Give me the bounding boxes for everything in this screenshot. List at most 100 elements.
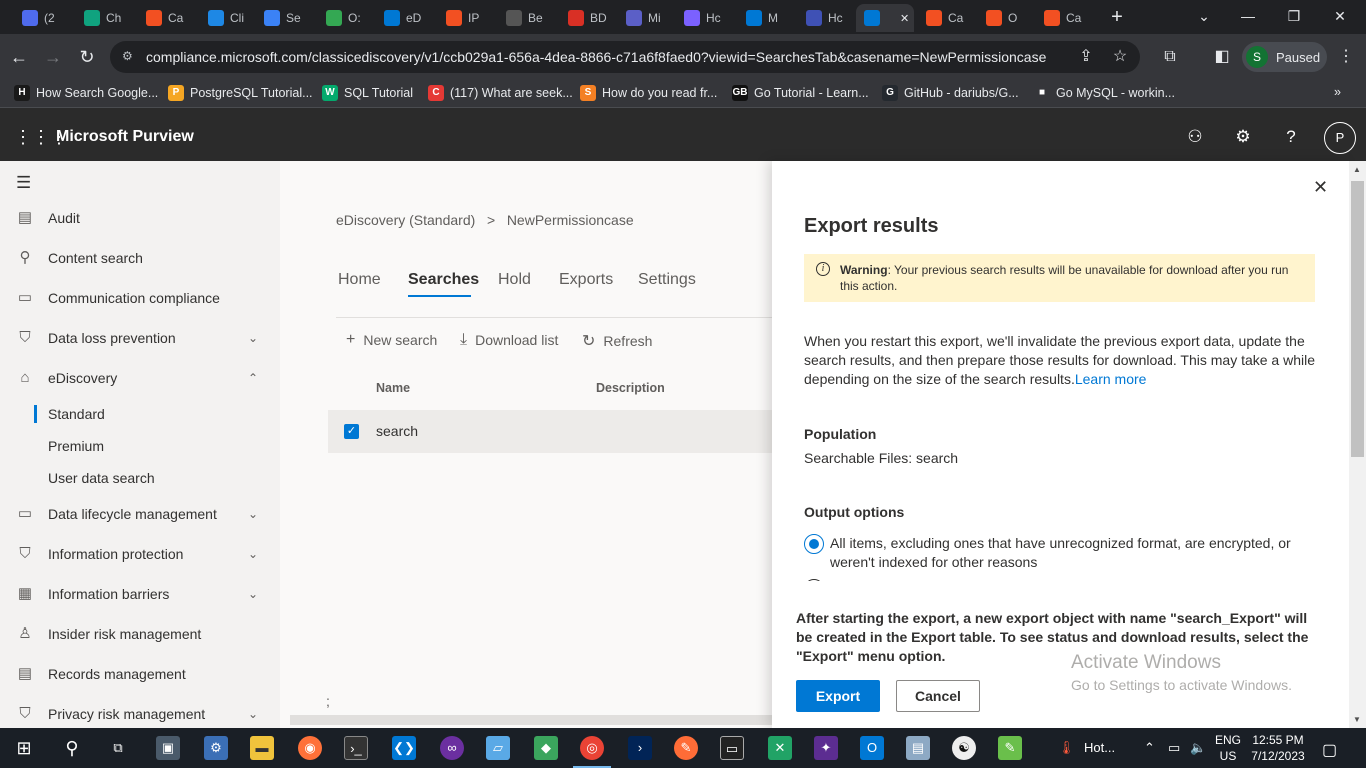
nav-item[interactable]: ▤ Records management <box>0 656 280 692</box>
nav-item[interactable]: ⛉ Data loss prevention ⌄ <box>0 320 280 356</box>
browser-tab[interactable]: M <box>738 4 778 32</box>
nav-subitem[interactable]: Standard <box>48 406 105 422</box>
minimize-icon[interactable]: — <box>1228 4 1268 28</box>
bookmark-item[interactable]: G GitHub - dariubs/G... <box>882 85 1019 101</box>
windows-start-icon[interactable]: ⊞ <box>12 736 36 760</box>
horizontal-scrollbar[interactable] <box>290 715 772 725</box>
excel-icon[interactable]: ✕ <box>768 736 792 760</box>
bookmark-item[interactable]: S How do you read fr... <box>580 85 717 101</box>
chevron-down-icon[interactable]: ⌄ <box>248 331 258 345</box>
url-text[interactable]: compliance.microsoft.com/classicediscove… <box>146 49 1046 65</box>
close-tab-icon[interactable]: ✕ <box>900 12 909 25</box>
column-header-description[interactable]: Description <box>596 381 665 395</box>
scroll-down-icon[interactable]: ▼ <box>1353 715 1361 724</box>
close-window-icon[interactable]: ✕ <box>1320 4 1360 28</box>
app-title[interactable]: Microsoft Purview <box>56 128 194 146</box>
tab-settings[interactable]: Settings <box>638 271 696 289</box>
incognito-app-icon[interactable]: ∞ <box>440 736 464 760</box>
tab-exports[interactable]: Exports <box>559 271 613 289</box>
help-icon[interactable]: ? <box>1280 126 1302 148</box>
chevron-down-icon[interactable]: ⌄ <box>248 547 258 561</box>
refresh-button[interactable]: ↻ Refresh <box>582 331 652 351</box>
system-clock[interactable]: 12:55 PM 7/12/2023 <box>1246 732 1310 764</box>
tab-home[interactable]: Home <box>338 271 381 289</box>
nav-subitem[interactable]: Premium <box>48 438 104 454</box>
taskbar-network-icon[interactable]: ⚙ <box>204 736 228 760</box>
chevron-up-icon[interactable]: ⌃ <box>248 371 258 385</box>
browser-tab[interactable]: O <box>978 4 1017 32</box>
reload-icon[interactable]: ↻ <box>76 46 98 68</box>
tab-search-icon[interactable]: ⌄ <box>1184 4 1224 28</box>
back-icon[interactable]: ← <box>8 46 30 68</box>
terminal-icon[interactable]: ›_ <box>344 736 368 760</box>
address-bar[interactable]: ⚙ compliance.microsoft.com/classicedisco… <box>110 41 1140 73</box>
hamburger-menu-icon[interactable]: ☰ <box>16 173 31 193</box>
output-option-1-label[interactable]: All items, excluding ones that have unre… <box>830 534 1310 572</box>
site-info-icon[interactable]: ⚙ <box>122 49 136 63</box>
temperature-icon[interactable]: 🌡 <box>1058 740 1075 756</box>
nav-item[interactable]: ▭ Data lifecycle management ⌄ <box>0 496 280 532</box>
taskbar-app-store-icon[interactable]: ▣ <box>156 736 180 760</box>
browser-tab[interactable]: Ca <box>918 4 963 32</box>
nav-item[interactable]: ⌂ eDiscovery ⌃ <box>0 360 280 396</box>
chevron-down-icon[interactable]: ⌄ <box>248 587 258 601</box>
scroll-up-icon[interactable]: ▲ <box>1353 165 1361 174</box>
yin-yang-app-icon[interactable]: ☯ <box>952 736 976 760</box>
bookmark-item[interactable]: ■ Go MySQL - workin... <box>1034 85 1175 101</box>
restore-icon[interactable]: ❐ <box>1274 4 1314 28</box>
new-tab-button[interactable]: + <box>1106 6 1128 28</box>
nav-item[interactable]: ⛉ Information protection ⌄ <box>0 536 280 572</box>
firefox-icon[interactable]: ◉ <box>298 736 322 760</box>
notepad-app-icon[interactable]: ▱ <box>486 736 510 760</box>
scrollbar-thumb[interactable] <box>1351 181 1364 457</box>
row-checkbox[interactable]: ✓ <box>344 424 359 439</box>
output-option-1-radio[interactable] <box>804 534 824 554</box>
browser-tab[interactable]: Ch <box>76 4 121 32</box>
network-icon[interactable]: ▭ <box>1168 740 1180 756</box>
row-name[interactable]: search <box>376 423 418 439</box>
bookmarks-overflow-icon[interactable]: » <box>1334 85 1341 99</box>
browser-tab[interactable]: Ca <box>1036 4 1081 32</box>
feedback-icon[interactable]: ⚇ <box>1184 126 1206 148</box>
learn-more-link[interactable]: Learn more <box>1075 371 1147 387</box>
browser-tab[interactable]: Hc <box>798 4 843 32</box>
export-button[interactable]: Export <box>796 680 880 712</box>
nav-item[interactable]: ▦ Information barriers ⌄ <box>0 576 280 612</box>
browser-tab[interactable]: ✕ <box>856 4 914 32</box>
app-launcher-icon[interactable]: ⋮⋮⋮ <box>14 127 68 147</box>
browser-tab[interactable]: O: <box>318 4 361 32</box>
browser-tab[interactable]: Ca <box>138 4 183 32</box>
browser-tab[interactable]: eD <box>376 4 421 32</box>
chevron-down-icon[interactable]: ⌄ <box>248 707 258 721</box>
nav-item[interactable]: ♙ Insider risk management <box>0 616 280 652</box>
settings-gear-icon[interactable]: ⚙ <box>1232 126 1254 148</box>
browser-tab[interactable]: BD <box>560 4 607 32</box>
cmd-icon[interactable]: ▭ <box>720 736 744 760</box>
colorful-app-icon[interactable]: ✦ <box>814 736 838 760</box>
screen-app-icon[interactable]: ▤ <box>906 736 930 760</box>
postman-icon[interactable]: ✎ <box>674 736 698 760</box>
file-explorer-icon[interactable]: ▬ <box>250 736 274 760</box>
nav-subitem[interactable]: User data search <box>48 470 155 486</box>
side-panel-icon[interactable]: ◧ <box>1212 47 1232 67</box>
taskbar-search-icon[interactable]: ⚲ <box>60 736 84 760</box>
bookmark-item[interactable]: H How Search Google... <box>14 85 158 101</box>
browser-menu-icon[interactable]: ⋮ <box>1336 47 1356 67</box>
vertical-scrollbar[interactable]: ▲ ▼ <box>1349 161 1366 728</box>
close-panel-icon[interactable]: ✕ <box>1313 177 1328 198</box>
chrome-icon[interactable]: ◎ <box>580 736 604 760</box>
new-search-button[interactable]: + New search <box>346 331 437 349</box>
breadcrumb-root[interactable]: eDiscovery (Standard) <box>336 212 475 228</box>
volume-icon[interactable]: 🔈 <box>1190 740 1206 756</box>
vscode-icon[interactable]: ❮❯ <box>392 736 416 760</box>
column-header-name[interactable]: Name <box>376 381 410 395</box>
git-app-icon[interactable]: ◆ <box>534 736 558 760</box>
browser-tab[interactable]: Mi <box>618 4 661 32</box>
table-row[interactable]: ✓ search <box>328 410 772 453</box>
nav-item[interactable]: ⛉ Privacy risk management ⌄ <box>0 696 280 728</box>
forward-icon[interactable]: → <box>42 46 64 68</box>
browser-tab[interactable]: Be <box>498 4 543 32</box>
chevron-down-icon[interactable]: ⌄ <box>248 507 258 521</box>
browser-tab[interactable]: Cli <box>200 4 244 32</box>
powershell-icon[interactable]: › <box>628 736 652 760</box>
